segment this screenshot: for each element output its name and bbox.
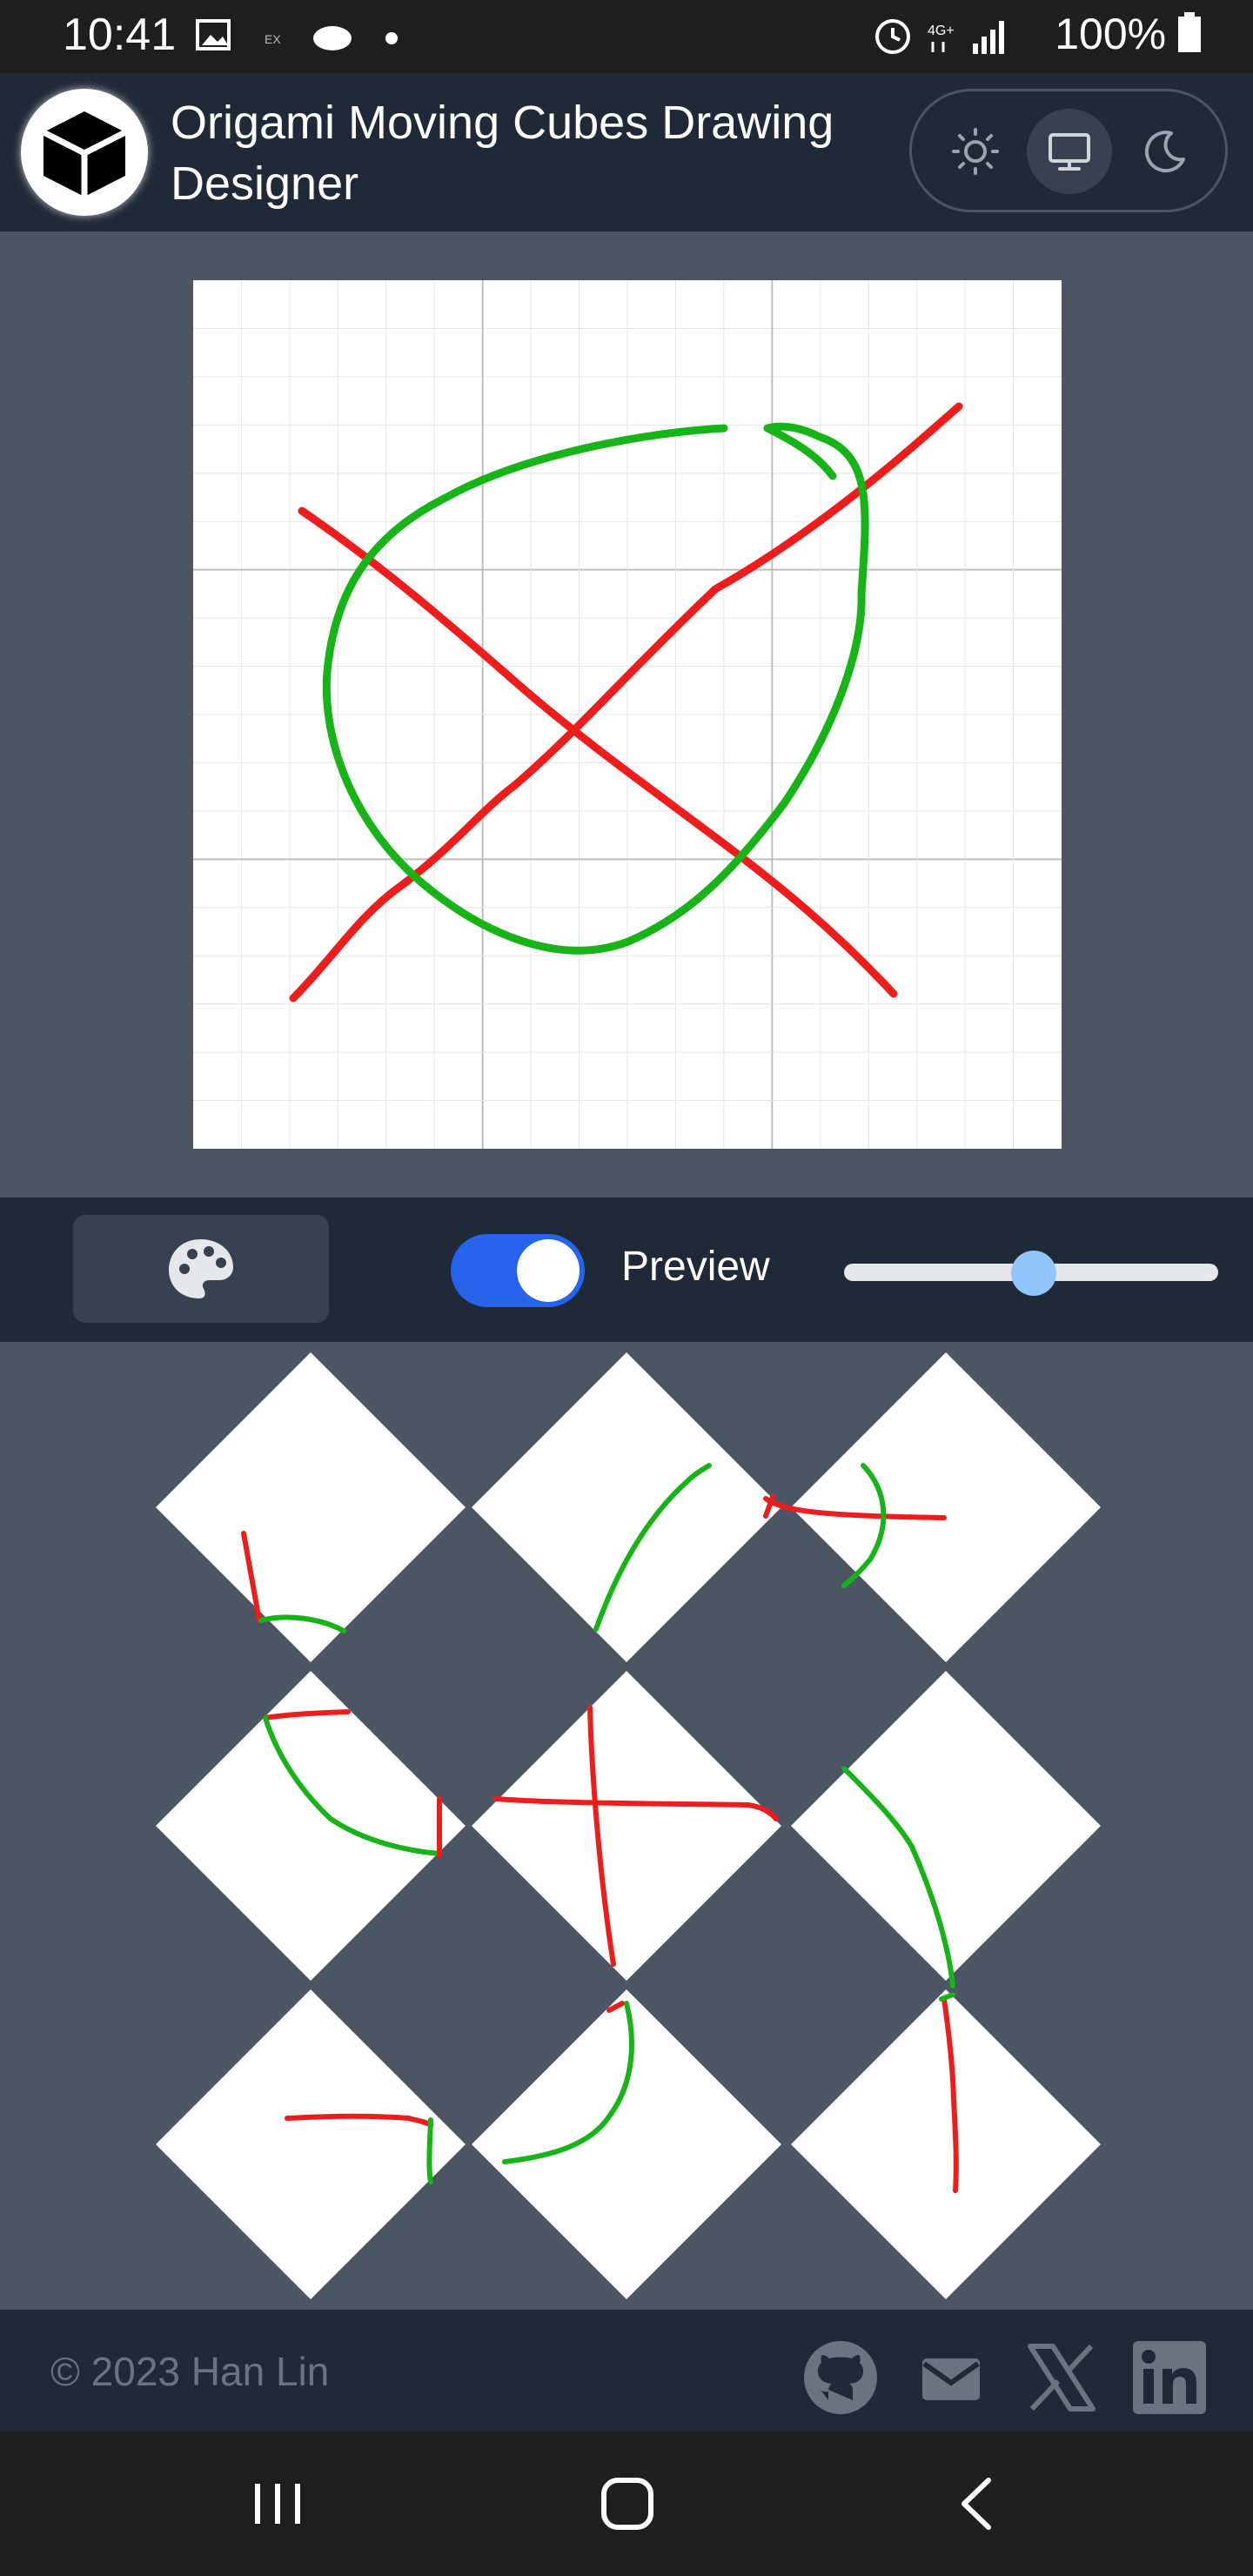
app-logo[interactable]	[21, 89, 148, 216]
cube-tile-3	[791, 1352, 1101, 1662]
github-link[interactable]	[802, 2339, 879, 2416]
status-time: 10:41	[63, 10, 177, 60]
app-title: Origami Moving Cubes Drawing Designer	[171, 97, 834, 210]
app-header: Origami Moving Cubes Drawing Designer	[0, 73, 1253, 231]
drawing-stroke-green	[322, 422, 869, 955]
cube-tile-6	[791, 1671, 1101, 1981]
notification-icons: EX	[196, 19, 398, 50]
drawing-canvas[interactable]	[193, 280, 1062, 1149]
drawing-stroke-red	[298, 506, 898, 998]
drawing-stroke-red	[289, 402, 963, 1003]
cube-preview	[156, 1352, 1101, 2299]
status-bar: 10:41 EX 4G+ 100%	[0, 0, 1253, 73]
preview-toggle[interactable]	[451, 1234, 585, 1307]
palette-icon	[169, 1239, 233, 1298]
home-button[interactable]	[588, 2465, 667, 2543]
system-nav-bar	[0, 2432, 1253, 2576]
x-link[interactable]	[1023, 2339, 1100, 2416]
back-icon	[962, 2478, 991, 2530]
cube-tile-7	[156, 1989, 466, 2299]
preview-stroke	[426, 2117, 433, 2184]
battery-icon	[1178, 12, 1201, 52]
light-theme-button[interactable]	[933, 109, 1018, 194]
system-theme-button[interactable]	[1027, 109, 1112, 194]
toolbar: Preview	[0, 1197, 1253, 1342]
linkedin-icon	[1133, 2341, 1206, 2414]
github-icon	[804, 2341, 877, 2414]
linkedin-link[interactable]	[1131, 2339, 1208, 2416]
cube-tile-1	[156, 1352, 466, 1662]
more-dot-icon	[385, 32, 398, 44]
back-button[interactable]	[938, 2465, 1016, 2543]
reddit-icon	[313, 26, 352, 50]
monitor-icon	[1049, 133, 1090, 171]
signal-icon	[973, 44, 978, 54]
copyright-text: © 2023 Han Lin	[50, 2349, 330, 2394]
sun-icon	[952, 128, 999, 175]
mail-icon	[922, 2358, 980, 2400]
speed-slider-thumb[interactable]	[1011, 1251, 1056, 1296]
cube-tile-9	[791, 1989, 1101, 2299]
color-palette-button[interactable]	[73, 1215, 329, 1323]
preview-label: Preview	[621, 1244, 770, 1290]
toggle-knob	[517, 1239, 580, 1302]
footer: © 2023 Han Lin	[0, 2310, 1253, 2432]
moon-icon	[1144, 131, 1185, 173]
cube-tile-2	[472, 1352, 781, 1662]
battery-percent: 100%	[1055, 9, 1201, 59]
home-icon	[601, 2478, 653, 2530]
canvas-grid	[193, 280, 1062, 1149]
theme-switcher	[909, 89, 1228, 212]
battery-text: 100%	[1055, 10, 1167, 58]
x-icon	[1028, 2344, 1096, 2412]
app-notification-icon: EX	[265, 32, 281, 46]
cube-tile-5	[472, 1671, 781, 1981]
dark-theme-button[interactable]	[1122, 109, 1208, 194]
recent-apps-button[interactable]	[238, 2465, 317, 2543]
email-link[interactable]	[912, 2339, 988, 2416]
cube-preview-area	[0, 1342, 1253, 2310]
drawing-area	[0, 231, 1253, 1197]
cube-tile-4	[156, 1671, 466, 1981]
network-label: 4G+	[928, 23, 955, 38]
recent-apps-icon	[255, 2484, 300, 2524]
cube-icon	[23, 91, 145, 213]
signal-icons: 4G+	[875, 19, 1004, 54]
cube-tile-8	[472, 1989, 781, 2299]
